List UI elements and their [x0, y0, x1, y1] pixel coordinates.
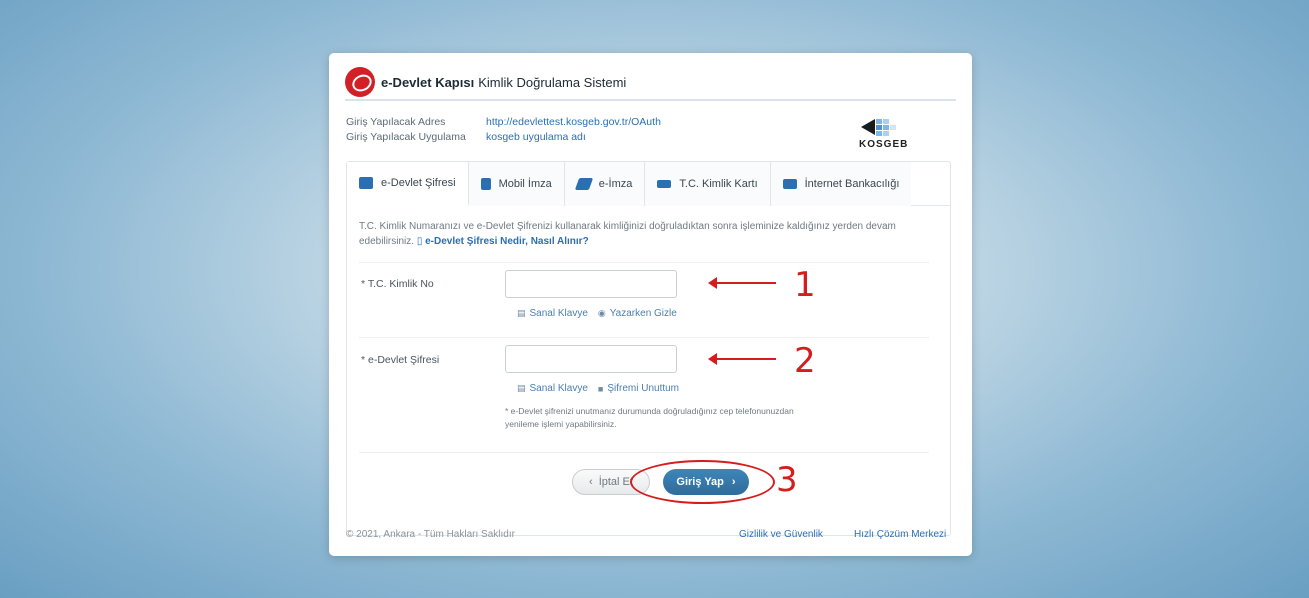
- description: T.C. Kimlik Numaranızı ve e-Devlet Şifre…: [359, 219, 939, 249]
- password-label: * e-Devlet Şifresi: [361, 354, 440, 366]
- tab-tc-kimlik-karti[interactable]: T.C. Kimlik Kartı: [645, 162, 771, 206]
- header-brand: e-Devlet Kapısı: [381, 74, 475, 90]
- annotation-number-1: 1: [794, 265, 816, 305]
- auth-panel: e-Devlet Şifresi Mobil İmza e-İmza T.C. …: [346, 161, 951, 536]
- app-label: Giriş Yapılacak Uygulama: [346, 131, 466, 143]
- tab-label: e-Devlet Şifresi: [381, 177, 456, 189]
- tc-label: * T.C. Kimlik No: [361, 278, 434, 290]
- password-note: * e-Devlet şifrenizi unutmanız durumunda…: [505, 406, 794, 429]
- password-helpers: ▤ Sanal Klavye ■ Şifremi Unuttum: [517, 383, 679, 394]
- info-link[interactable]: e-Devlet Şifresi Nedir, Nasıl Alınır?: [425, 236, 589, 247]
- kosgeb-logo: KOSGEB: [857, 117, 913, 153]
- kosgeb-mark-icon: [861, 119, 896, 136]
- keyboard-icon: ▤: [517, 383, 526, 393]
- login-info: Giriş Yapılacak Adres http://edevlettest…: [346, 115, 661, 145]
- tab-label: İnternet Bankacılığı: [804, 178, 900, 190]
- header-subtitle: Kimlik Doğrulama Sistemi: [478, 74, 627, 90]
- app-value[interactable]: kosgeb uygulama adı: [486, 130, 586, 145]
- bank-card-icon: [782, 179, 797, 189]
- card-header: e-Devlet Kapısı Kimlik Doğrulama Sistemi: [345, 65, 956, 101]
- divider: [359, 262, 929, 263]
- forgot-password-link[interactable]: Şifremi Unuttum: [607, 383, 679, 394]
- keyboard-icon: ▤: [517, 308, 526, 318]
- building-icon: [359, 177, 373, 189]
- annotation-arrow-1: [708, 277, 776, 289]
- id-card-icon: [657, 180, 672, 188]
- tab-internet-bankaciligi[interactable]: İnternet Bankacılığı: [770, 162, 912, 206]
- tc-helpers: ▤ Sanal Klavye ◉ Yazarken Gizle: [517, 308, 677, 319]
- copyright: © 2021, Ankara - Tüm Hakları Saklıdır: [346, 529, 515, 540]
- chevron-left-icon: ‹: [589, 476, 593, 488]
- password-input[interactable]: [505, 345, 677, 373]
- privacy-link[interactable]: Gizlilik ve Güvenlik: [739, 529, 823, 540]
- login-card: e-Devlet Kapısı Kimlik Doğrulama Sistemi…: [329, 53, 972, 556]
- hide-typing-link[interactable]: Yazarken Gizle: [610, 308, 677, 319]
- tab-label: e-İmza: [598, 178, 633, 190]
- tab-label: Mobil İmza: [498, 178, 552, 190]
- virtual-keyboard-link[interactable]: Sanal Klavye: [530, 308, 588, 319]
- tc-kimlik-input[interactable]: [505, 270, 677, 298]
- tab-label: T.C. Kimlik Kartı: [679, 178, 758, 190]
- address-value[interactable]: http://edevlettest.kosgeb.gov.tr/OAuth: [486, 115, 661, 130]
- eye-icon: ◉: [597, 308, 606, 318]
- annotation-number-3: 3: [776, 460, 798, 500]
- address-label: Giriş Yapılacak Adres: [346, 116, 446, 128]
- lock-icon: ■: [597, 383, 604, 394]
- annotation-ellipse: [630, 460, 775, 504]
- pen-icon: [574, 178, 593, 190]
- virtual-keyboard-link[interactable]: Sanal Klavye: [530, 383, 588, 394]
- tab-edevlet-sifresi[interactable]: e-Devlet Şifresi: [347, 162, 469, 206]
- help-center-link[interactable]: Hızlı Çözüm Merkezi: [854, 529, 946, 540]
- kosgeb-text: KOSGEB: [859, 139, 909, 150]
- cancel-button-label: İptal Et: [598, 476, 633, 488]
- auth-tabs: e-Devlet Şifresi Mobil İmza e-İmza T.C. …: [347, 162, 950, 206]
- annotation-arrow-2: [708, 353, 776, 365]
- edevlet-logo-icon: [345, 67, 375, 97]
- divider: [359, 452, 929, 453]
- mobile-icon: [480, 178, 491, 190]
- tab-e-imza[interactable]: e-İmza: [564, 162, 646, 206]
- book-icon: ▯: [416, 236, 423, 247]
- tab-mobil-imza[interactable]: Mobil İmza: [468, 162, 565, 206]
- divider: [359, 337, 929, 338]
- annotation-number-2: 2: [794, 341, 816, 381]
